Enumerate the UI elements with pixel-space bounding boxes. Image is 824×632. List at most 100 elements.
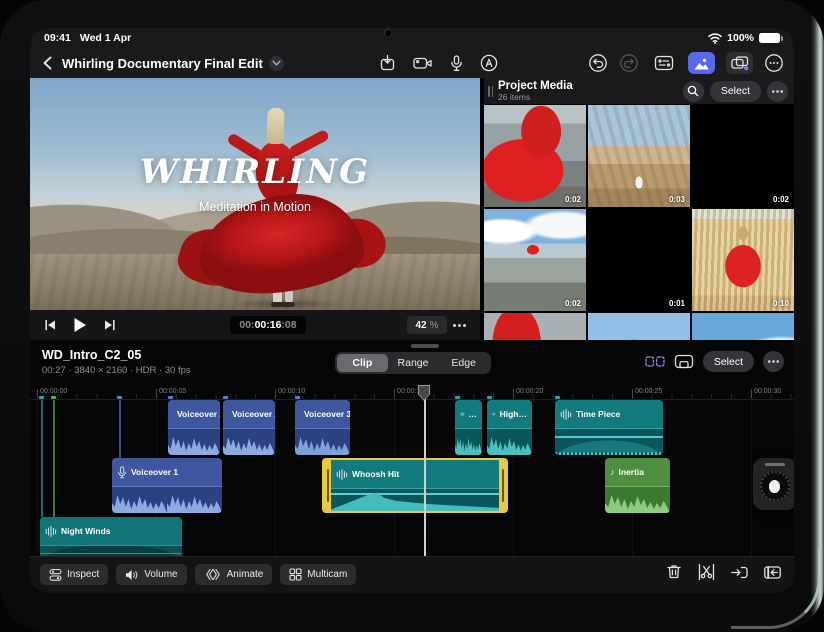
- skip-forward-button[interactable]: [103, 319, 116, 331]
- more-button[interactable]: [764, 53, 784, 73]
- trim-handle-left[interactable]: [324, 460, 331, 511]
- music-note-icon: ♪: [610, 466, 615, 477]
- timeline-clip-sfx-small[interactable]: …: [455, 400, 482, 455]
- mode-edge[interactable]: Edge: [438, 354, 489, 372]
- multicam-button[interactable]: Multicam: [280, 564, 357, 585]
- trash-icon: [667, 565, 681, 579]
- skip-back-button[interactable]: [44, 319, 57, 331]
- timeline-clip-voiceover-2a[interactable]: Voiceover 2: [168, 400, 220, 455]
- timeline-select-button[interactable]: Select: [702, 351, 754, 372]
- inspect-button[interactable]: Inspect: [40, 564, 109, 585]
- ellipsis-icon: [772, 360, 775, 363]
- a-circle-icon: [480, 54, 498, 72]
- clip-connection-marker: [487, 396, 492, 399]
- viewer-more-button[interactable]: [458, 323, 461, 327]
- jog-wheel[interactable]: [753, 458, 794, 510]
- undo-button[interactable]: [588, 53, 608, 73]
- camera-button[interactable]: [413, 54, 433, 72]
- ipad-device: 09:41 Wed 1 Apr 100% Whirling Documentar…: [0, 0, 824, 632]
- timeline-clip-high[interactable]: High…: [487, 400, 532, 455]
- clip-duration: 0:03: [668, 195, 685, 204]
- mode-range[interactable]: Range: [388, 354, 439, 372]
- media-thumbnail[interactable]: [692, 313, 794, 340]
- timeline-clip-night-winds[interactable]: Night Winds: [40, 517, 182, 556]
- clip-label: Night Winds: [61, 526, 111, 536]
- timeline-footer: Inspect Volume Animate Multicam: [30, 556, 794, 593]
- timeline-clip-time-piece[interactable]: Time Piece: [555, 400, 663, 455]
- timeline-resize-handle[interactable]: [411, 344, 439, 348]
- effects-browser-button[interactable]: [726, 52, 753, 74]
- waveform-icon: [492, 412, 496, 416]
- clip-connection-marker: [117, 396, 122, 399]
- clip-duration: 0:02: [772, 195, 789, 204]
- export-button[interactable]: [379, 54, 396, 72]
- undo-icon: [589, 54, 607, 72]
- back-button[interactable]: [40, 54, 56, 72]
- media-thumbnail[interactable]: 0:02: [484, 209, 586, 311]
- blade-button[interactable]: [697, 563, 716, 581]
- timeline-clip-voiceover-3[interactable]: Voiceover 3: [295, 400, 350, 455]
- clip-label: Voiceover 3: [304, 409, 350, 419]
- annotate-button[interactable]: [480, 54, 498, 72]
- title-menu-button[interactable]: [268, 55, 284, 71]
- clip-connection-marker: [51, 396, 56, 399]
- timeline-clip-voiceover-2b[interactable]: Voiceover 2: [223, 400, 275, 455]
- clip-connection-marker: [555, 396, 560, 399]
- search-icon: [688, 85, 699, 97]
- clip-connection-line: [119, 400, 121, 458]
- animate-button[interactable]: Animate: [194, 564, 273, 585]
- clip-label: …: [468, 409, 478, 419]
- timeline-clip-name: WD_Intro_C2_05: [42, 348, 142, 362]
- overlay-view-icon: [674, 354, 693, 369]
- battery-icon: [759, 33, 783, 43]
- media-thumbnail[interactable]: 0:02: [692, 105, 794, 207]
- media-more-button[interactable]: [767, 80, 788, 102]
- clip-connection-marker: [223, 396, 228, 399]
- microphone-button[interactable]: [450, 54, 463, 72]
- media-thumbnail[interactable]: [484, 313, 586, 340]
- media-thumbnail[interactable]: 0:03: [588, 105, 690, 207]
- clip-label: Voiceover 2: [232, 409, 275, 419]
- ruler-label: 00:00:30: [750, 388, 782, 398]
- viewer-controls: 00: 00:16:08 42%: [30, 310, 480, 340]
- timecode-hours: 00:: [239, 319, 255, 331]
- timecode-display[interactable]: 00: 00:16:08: [230, 316, 306, 334]
- mic-icon: [118, 465, 126, 478]
- media-thumbnail[interactable]: 0:02: [484, 105, 586, 207]
- clip-connection-line: [53, 400, 55, 517]
- project-title[interactable]: Whirling Documentary Final Edit: [62, 56, 263, 71]
- viewer-zoom-control[interactable]: 42%: [407, 316, 447, 334]
- play-button[interactable]: [73, 317, 87, 333]
- device-corner-highlight: [731, 549, 821, 629]
- media-browser-button[interactable]: [688, 52, 715, 74]
- search-button[interactable]: [682, 80, 704, 102]
- zoom-unit: %: [429, 319, 439, 331]
- redo-button[interactable]: [619, 53, 639, 73]
- dervish-hat: [266, 107, 285, 145]
- media-thumbnail[interactable]: 0:10: [692, 209, 794, 311]
- overlay-view-button[interactable]: [674, 353, 694, 370]
- clip-appearance-icon: [645, 356, 665, 367]
- delete-button[interactable]: [665, 563, 683, 581]
- scissors-icon: [698, 563, 715, 581]
- viewer-canvas[interactable]: WHIRLING Meditation in Motion: [30, 78, 480, 310]
- timeline-clip-inertia[interactable]: ♪ Inertia: [605, 458, 670, 513]
- media-select-button[interactable]: Select: [709, 80, 761, 102]
- inspect-icon: [49, 568, 62, 581]
- media-thumbnail[interactable]: [588, 313, 690, 340]
- timeline-clip-whoosh-hit-selected[interactable]: Whoosh Hit: [322, 458, 508, 513]
- clip-appearance-button[interactable]: [645, 353, 665, 370]
- jog-drag-bar[interactable]: [765, 463, 785, 466]
- timeline-more-button[interactable]: [763, 351, 784, 372]
- multicam-grid-icon: [289, 568, 302, 581]
- browser-toggle-button[interactable]: [650, 52, 677, 74]
- ruler-label: 00:00:20: [512, 388, 544, 398]
- volume-button[interactable]: Volume: [116, 564, 187, 585]
- media-thumbnail[interactable]: 0:01: [588, 209, 690, 311]
- mode-clip[interactable]: Clip: [337, 354, 388, 372]
- timecode-current: 00:16: [254, 319, 282, 331]
- timeline-clip-voiceover-1[interactable]: Voiceover 1: [112, 458, 222, 513]
- panel-drag-handle[interactable]: [488, 85, 493, 97]
- trim-handle-right[interactable]: [499, 460, 506, 511]
- timeline-ruler[interactable]: 00:00:00 00:00:05 00:00:10 00:00:15 00:0…: [30, 385, 794, 400]
